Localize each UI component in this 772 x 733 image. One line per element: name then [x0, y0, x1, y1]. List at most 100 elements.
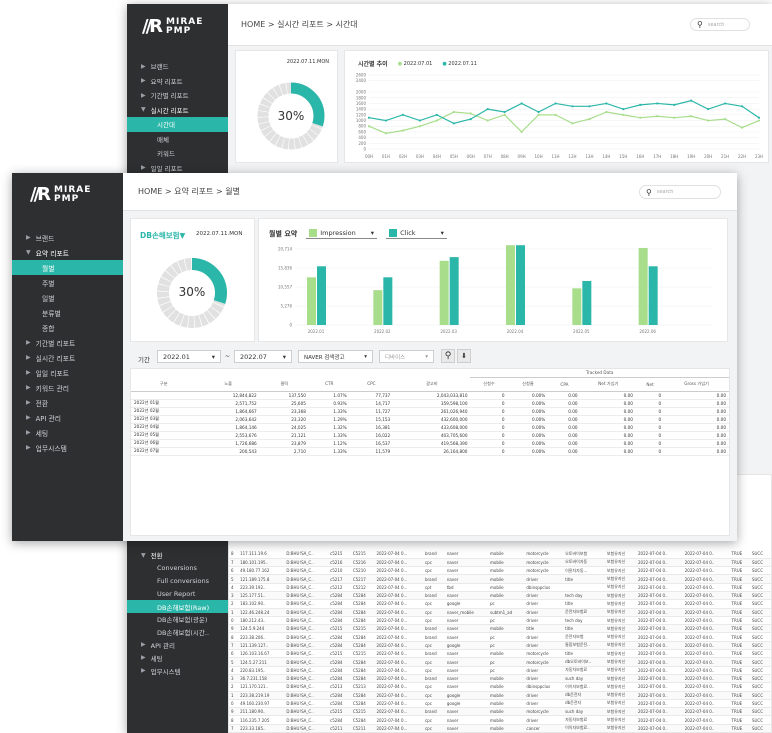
- bar-impression[interactable]: [439, 260, 449, 325]
- table-cell: driver: [524, 574, 564, 584]
- sidebar-item[interactable]: ▶ 브랜드: [127, 59, 228, 74]
- column-header[interactable]: 클릭: [259, 377, 309, 392]
- column-header[interactable]: Net 가입기: [580, 377, 636, 392]
- sidebar-item[interactable]: ▶ 업무시스템: [127, 664, 228, 677]
- table-cell: 11,579: [349, 447, 394, 456]
- sidebar-item[interactable]: 시간대: [127, 117, 228, 132]
- sidebar-item[interactable]: ▶ 일일 리포트: [12, 365, 123, 380]
- caret-right-icon: ▶: [141, 164, 146, 172]
- media-select[interactable]: NAVER 검색광고 ▾: [298, 350, 373, 363]
- bar-click[interactable]: [317, 266, 326, 325]
- metric2-select[interactable]: Click ▾: [386, 229, 447, 239]
- sidebar-item[interactable]: ▶ 세팅: [12, 425, 123, 440]
- bar-click[interactable]: [449, 257, 459, 325]
- column-header[interactable]: CTR: [308, 377, 350, 392]
- metric1-select[interactable]: Impression ▾: [306, 229, 378, 239]
- sidebar-item[interactable]: ▶ 키워드 관리: [12, 380, 123, 395]
- breadcrumb-section[interactable]: 요약 리포트: [174, 187, 213, 196]
- x-tick-label: 18H: [670, 154, 678, 159]
- table-cell: 2022-07-04 0..: [682, 599, 730, 609]
- column-header[interactable]: 신청율: [507, 377, 549, 392]
- sidebar-item[interactable]: ▶ 세팅: [127, 651, 228, 664]
- column-header[interactable]: Gross 가입기: [664, 377, 729, 392]
- sidebar-item[interactable]: ▼ 요약 리포트: [12, 245, 123, 260]
- table-cell: 보험유지신: [604, 715, 637, 725]
- sidebar-item[interactable]: 키워드: [127, 146, 228, 161]
- search-input[interactable]: ⚲ search: [639, 185, 721, 199]
- search-icon[interactable]: ⚲: [646, 188, 652, 197]
- table-cell: 0.00: [580, 423, 636, 432]
- sidebar-item[interactable]: 분류별: [12, 305, 123, 320]
- bar-click[interactable]: [582, 280, 592, 325]
- sidebar-item[interactable]: ▼ 실시간 리포트: [127, 103, 228, 118]
- sidebar-item[interactable]: ▶ 실시간 리포트: [12, 350, 123, 365]
- sidebar-item[interactable]: 매체: [127, 132, 228, 147]
- table-cell: 보험유지신: [604, 616, 637, 626]
- column-header[interactable]: CPC: [349, 377, 394, 392]
- sidebar-item[interactable]: ▶ 요약 리포트: [127, 74, 228, 89]
- search-input[interactable]: ⚲ search: [690, 18, 750, 31]
- breadcrumb-home[interactable]: HOME: [241, 20, 265, 29]
- advertiser-select[interactable]: DB손해보험▼: [140, 230, 185, 241]
- period-from-select[interactable]: 2022.01 ▾: [157, 350, 221, 363]
- sidebar-item[interactable]: ▶ 전환: [12, 395, 123, 410]
- search-button[interactable]: ⚲: [441, 349, 455, 363]
- sidebar-item[interactable]: DB손해보험(시간..: [127, 626, 228, 639]
- bar-impression[interactable]: [572, 288, 582, 325]
- bar-impression[interactable]: [506, 245, 515, 325]
- column-header[interactable]: 광고비: [393, 377, 471, 392]
- sidebar-item[interactable]: Full conversions: [127, 575, 228, 588]
- data-point: [401, 113, 405, 116]
- table-cell: driver: [524, 632, 564, 642]
- breadcrumb-home[interactable]: HOME: [138, 187, 162, 196]
- data-point: [588, 118, 591, 121]
- sidebar-item[interactable]: DB손해보험(Raw): [127, 600, 228, 613]
- bar-impression[interactable]: [307, 277, 316, 325]
- bar-impression[interactable]: [638, 247, 648, 325]
- sidebar-item[interactable]: DB손해보험(광운): [127, 613, 228, 626]
- sidebar-item[interactable]: Conversions: [127, 562, 228, 575]
- bar-click[interactable]: [648, 266, 658, 325]
- table-cell: motorcycle: [524, 550, 564, 559]
- column-header[interactable]: CPA: [548, 377, 581, 392]
- table-cell: D:BHU!SA_C..: [284, 674, 329, 684]
- data-point: [571, 122, 574, 125]
- bar-click[interactable]: [383, 277, 393, 325]
- x-tick-label: 02H: [399, 154, 407, 159]
- sidebar-item[interactable]: 월별: [12, 260, 123, 275]
- sidebar-item[interactable]: ▶ API 관리: [127, 639, 228, 652]
- table-cell: 2022-07-04 0...: [374, 624, 423, 634]
- sidebar-item[interactable]: 종합: [12, 320, 123, 335]
- table-cell: 0.00: [664, 407, 729, 416]
- download-button[interactable]: ⬇: [457, 349, 471, 363]
- search-icon[interactable]: ⚲: [697, 20, 703, 29]
- click-swatch-icon: [389, 229, 398, 237]
- sidebar-item[interactable]: 일별: [12, 290, 123, 305]
- column-header[interactable]: Net: [635, 377, 665, 392]
- table-cell: dbinsppclus: [524, 583, 564, 593]
- column-header[interactable]: 구분: [131, 377, 197, 392]
- x-tick-label: 16H: [636, 154, 644, 159]
- sidebar-item[interactable]: ▶ 기간별 리포트: [127, 88, 228, 103]
- table-cell: C5284: [350, 666, 375, 675]
- device-select[interactable]: 디바이스 ▾: [379, 350, 434, 363]
- column-header[interactable]: 신청수: [470, 377, 508, 392]
- sidebar-item[interactable]: 주별: [12, 275, 123, 290]
- sidebar-item[interactable]: ▶ API 관리: [12, 410, 123, 425]
- sidebar-item-label: DB손해보험(광운): [157, 616, 208, 625]
- table-cell: 223.38.219.19: [238, 691, 285, 700]
- table-cell: 9: [229, 707, 239, 717]
- period-to-select[interactable]: 2022.07 ▾: [234, 350, 292, 363]
- table-cell: 1.32%: [308, 423, 350, 432]
- sidebar-item[interactable]: ▶ 브랜드: [12, 230, 123, 245]
- breadcrumb-section[interactable]: 실시간 리포트: [277, 20, 324, 29]
- sidebar-item[interactable]: User Report: [127, 587, 228, 600]
- caret-right-icon: ▶: [26, 339, 31, 346]
- bar-impression[interactable]: [373, 290, 383, 325]
- table-cell: cpc: [422, 599, 445, 609]
- sidebar-item[interactable]: ▼ 전환: [127, 549, 228, 562]
- bar-click[interactable]: [516, 245, 525, 325]
- sidebar-item[interactable]: ▶ 기간별 리포트: [12, 335, 123, 350]
- column-header[interactable]: 노출: [196, 377, 260, 392]
- sidebar-item[interactable]: ▶ 업무시스템: [12, 440, 123, 455]
